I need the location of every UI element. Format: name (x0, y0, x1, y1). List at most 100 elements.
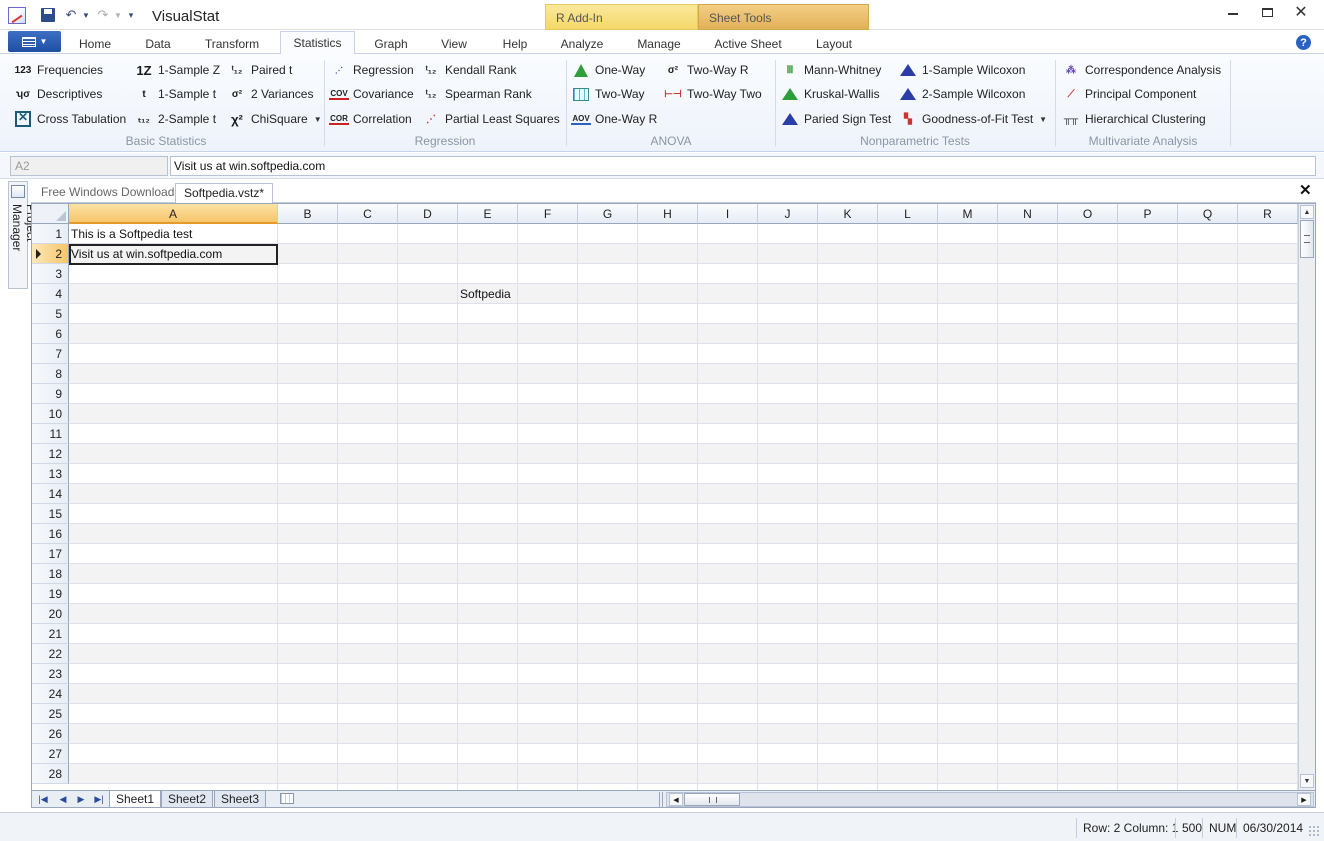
two-sample-wilcoxon-button[interactable]: 2-Sample Wilcoxon (899, 84, 1025, 104)
sheet-tab-1[interactable]: Sheet1 (109, 791, 162, 807)
goodness-of-fit-test-button[interactable]: ▚ Goodness-of-Fit Test ▼ (899, 109, 1047, 129)
tab-layout[interactable]: Layout (806, 33, 862, 54)
row-header-17[interactable]: 17 (32, 544, 69, 564)
maximize-button[interactable] (1250, 0, 1284, 24)
regression-button[interactable]: ⋰ Regression (330, 60, 414, 80)
column-header-g[interactable]: G (578, 204, 638, 224)
resize-grip-icon[interactable] (1308, 825, 1320, 837)
row-header-20[interactable]: 20 (32, 604, 69, 624)
two-variances-button[interactable]: σ² 2 Variances (228, 84, 314, 104)
row-header-18[interactable]: 18 (32, 564, 69, 584)
column-header-q[interactable]: Q (1178, 204, 1238, 224)
two-sample-t-button[interactable]: ₜ₁₂ 2-Sample t (135, 109, 216, 129)
doc-tab-softpedia[interactable]: Softpedia.vstz* (175, 183, 274, 203)
column-header-n[interactable]: N (998, 204, 1058, 224)
previous-sheet-icon[interactable]: ◀ (56, 792, 70, 807)
tab-transform[interactable]: Transform (196, 33, 268, 54)
descriptives-button[interactable]: ʮσ Descriptives (14, 84, 102, 104)
tab-view[interactable]: View (432, 33, 476, 54)
anova-one-way-button[interactable]: One-Way (572, 60, 645, 80)
scroll-down-icon[interactable]: ▼ (1300, 774, 1314, 788)
paired-t-button[interactable]: ᵗ₁₂ Paired t (228, 60, 293, 80)
minimize-button[interactable] (1216, 0, 1250, 24)
cell-grid[interactable]: This is a Softpedia test Visit us at win… (69, 224, 1298, 790)
paried-sign-test-button[interactable]: Paried Sign Test (781, 109, 891, 129)
row-header-24[interactable]: 24 (32, 684, 69, 704)
anova-two-way-two-button[interactable]: ⊢⊣ Two-Way Two (664, 84, 761, 104)
redo-button[interactable]: ↷ (94, 5, 112, 25)
row-header-6[interactable]: 6 (32, 324, 69, 344)
column-header-e[interactable]: E (458, 204, 518, 224)
scroll-up-icon[interactable]: ▲ (1300, 205, 1314, 219)
row-header-19[interactable]: 19 (32, 584, 69, 604)
application-menu-button[interactable]: ▼ (8, 31, 61, 52)
undo-button[interactable]: ↶ (62, 5, 80, 25)
anova-two-way-button[interactable]: Two-Way (572, 84, 645, 104)
column-header-c[interactable]: C (338, 204, 398, 224)
horizontal-scroll-thumb[interactable] (684, 793, 740, 806)
cell-a1[interactable]: This is a Softpedia test (69, 224, 192, 244)
cell-name-box[interactable]: A2 (10, 156, 168, 176)
one-sample-t-button[interactable]: t 1-Sample t (135, 84, 216, 104)
tab-analyze[interactable]: Analyze (552, 33, 612, 54)
row-header-27[interactable]: 27 (32, 744, 69, 764)
column-header-o[interactable]: O (1058, 204, 1118, 224)
select-all-corner[interactable] (32, 204, 69, 224)
row-header-10[interactable]: 10 (32, 404, 69, 424)
tab-help[interactable]: Help (494, 33, 536, 54)
correspondence-analysis-button[interactable]: ⁂ Correspondence Analysis (1062, 60, 1221, 80)
sheet-tab-2[interactable]: Sheet2 (161, 791, 214, 807)
anova-two-way-r-button[interactable]: σ² Two-Way R (664, 60, 749, 80)
horizontal-scrollbar[interactable]: ◀ ▶ (666, 792, 1314, 807)
tab-manage[interactable]: Manage (628, 33, 690, 54)
column-header-j[interactable]: J (758, 204, 818, 224)
column-header-l[interactable]: L (878, 204, 938, 224)
row-header-13[interactable]: 13 (32, 464, 69, 484)
tab-active-sheet[interactable]: Active Sheet (706, 33, 790, 54)
app-icon[interactable] (8, 7, 26, 24)
scroll-right-icon[interactable]: ▶ (1297, 793, 1311, 806)
insert-sheet-icon[interactable] (280, 793, 294, 804)
column-header-d[interactable]: D (398, 204, 458, 224)
row-header-15[interactable]: 15 (32, 504, 69, 524)
customize-qat-button[interactable]: ▾ (125, 5, 137, 25)
column-header-r[interactable]: R (1238, 204, 1298, 224)
one-sample-wilcoxon-button[interactable]: 1-Sample Wilcoxon (899, 60, 1025, 80)
column-header-k[interactable]: K (818, 204, 878, 224)
row-header-7[interactable]: 7 (32, 344, 69, 364)
tab-statistics[interactable]: Statistics (280, 31, 355, 55)
vertical-scroll-thumb[interactable] (1300, 220, 1314, 258)
next-sheet-icon[interactable]: ▶ (74, 792, 88, 807)
correlation-button[interactable]: COR Correlation (329, 109, 412, 129)
last-sheet-icon[interactable]: ▶| (92, 792, 106, 807)
column-header-p[interactable]: P (1118, 204, 1178, 224)
row-header-9[interactable]: 9 (32, 384, 69, 404)
column-header-m[interactable]: M (938, 204, 998, 224)
column-header-h[interactable]: H (638, 204, 698, 224)
save-button[interactable] (38, 5, 58, 25)
spearman-rank-button[interactable]: ᵗ₁₂ Spearman Rank (422, 84, 532, 104)
sheet-tab-3[interactable]: Sheet3 (214, 791, 267, 807)
row-header-21[interactable]: 21 (32, 624, 69, 644)
row-header-11[interactable]: 11 (32, 424, 69, 444)
chisquare-button[interactable]: χ² ChiSquare ▼ (228, 109, 322, 129)
row-header-28[interactable]: 28 (32, 764, 69, 784)
cell-a2[interactable]: Visit us at win.softpedia.com (69, 244, 222, 264)
row-header-16[interactable]: 16 (32, 524, 69, 544)
column-header-b[interactable]: B (278, 204, 338, 224)
project-manager-panel-tab[interactable]: Project Manager (8, 181, 38, 289)
row-header-1[interactable]: 1 (32, 224, 69, 244)
cell-e4[interactable]: Softpedia (458, 284, 511, 304)
tab-split-handle[interactable] (659, 792, 663, 807)
cross-tabulation-button[interactable]: Cross Tabulation (14, 109, 126, 129)
row-header-4[interactable]: 4 (32, 284, 69, 304)
vertical-scrollbar[interactable]: ▲ ▼ (1298, 204, 1315, 790)
tab-home[interactable]: Home (70, 33, 120, 54)
row-header-14[interactable]: 14 (32, 484, 69, 504)
hierarchical-clustering-button[interactable]: ╥╥ Hierarchical Clustering (1062, 109, 1206, 129)
row-header-2[interactable]: 2 (32, 244, 69, 264)
tab-data[interactable]: Data (136, 33, 180, 54)
row-header-26[interactable]: 26 (32, 724, 69, 744)
context-tab-sheet-tools[interactable]: Sheet Tools (698, 4, 869, 30)
tab-graph[interactable]: Graph (366, 33, 416, 54)
